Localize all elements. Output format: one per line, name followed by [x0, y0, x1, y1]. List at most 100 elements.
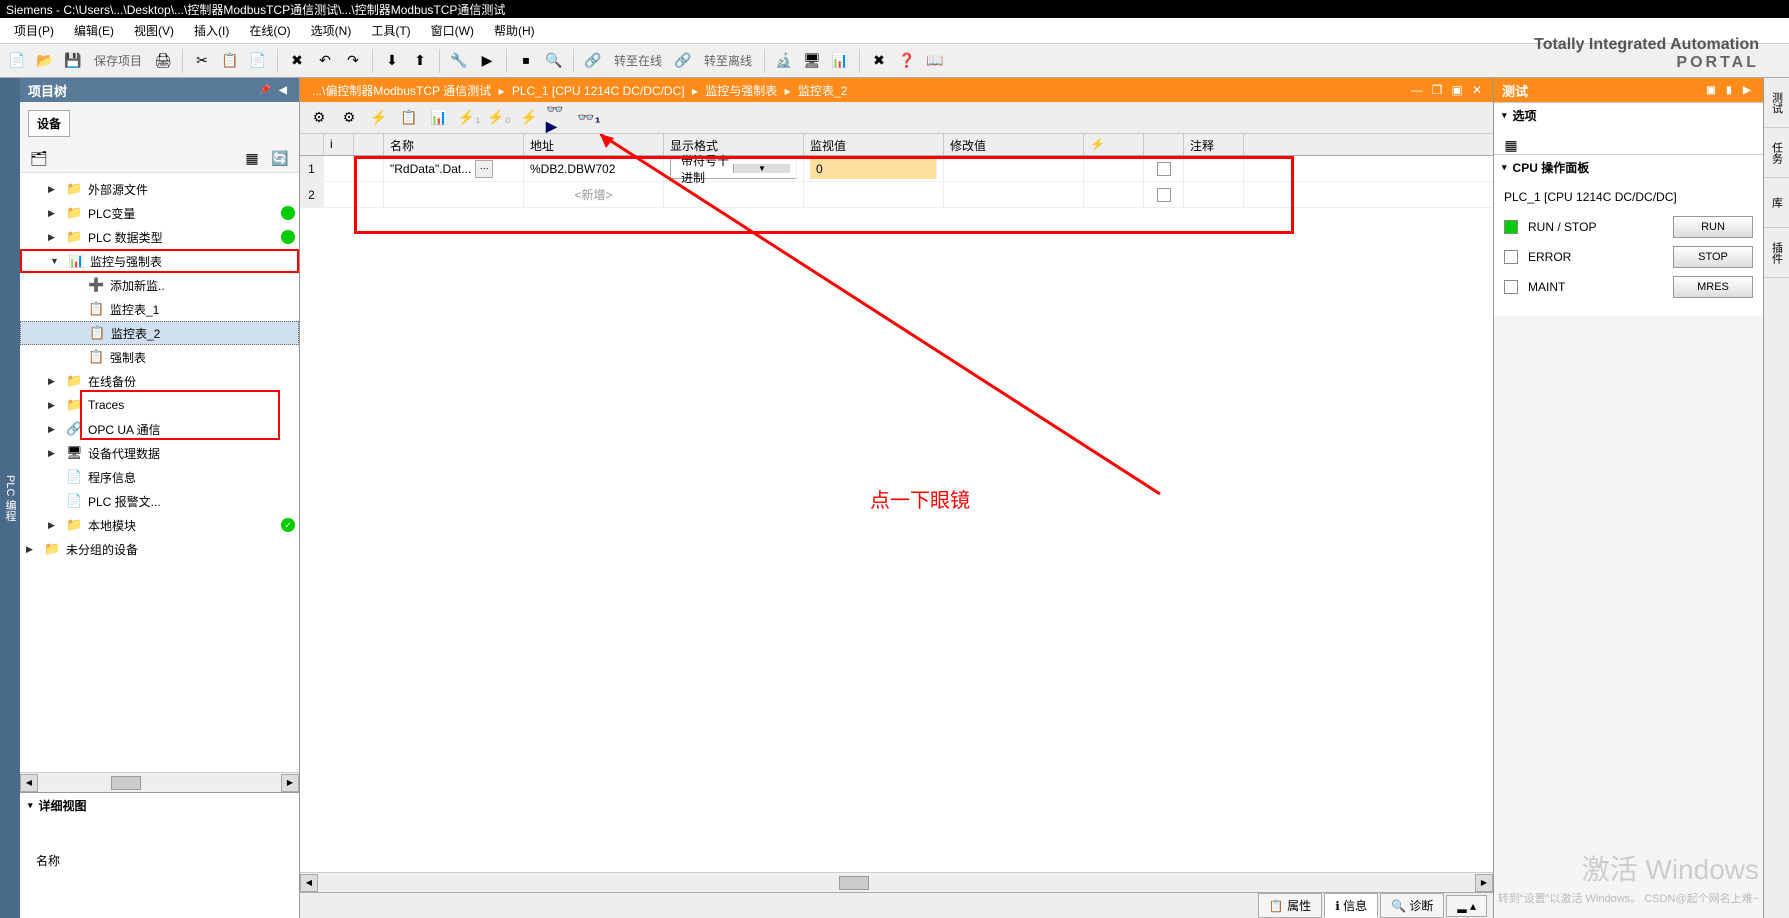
menu-view[interactable]: 视图(V) — [124, 19, 184, 42]
detail-view-header[interactable]: 详细视图 — [20, 793, 299, 818]
tree-item-14[interactable]: ▶📁本地模块✓ — [20, 513, 299, 537]
watch-row[interactable]: 1"RdData".Dat...⋯%DB2.DBW702带符号十进制▼0 — [300, 156, 1493, 182]
col-name[interactable]: 名称 — [384, 134, 524, 155]
restore-icon[interactable]: ❐ — [1429, 82, 1445, 98]
menu-tools[interactable]: 工具(T) — [361, 19, 420, 42]
save-icon[interactable]: 💾 — [60, 48, 86, 74]
cut-icon[interactable]: ✂ — [189, 48, 215, 74]
rp-pin-icon[interactable]: ▣ — [1703, 82, 1719, 98]
tree-item-12[interactable]: 📄程序信息 — [20, 465, 299, 489]
tree-item-1[interactable]: ▶📁PLC变量 — [20, 201, 299, 225]
menu-window[interactable]: 窗口(W) — [421, 19, 484, 42]
wt-tool4-icon[interactable]: 📋 — [396, 105, 422, 131]
tab-diagnostics[interactable]: 🔍 诊断 — [1380, 893, 1444, 918]
paste-icon[interactable]: 📄 — [245, 48, 271, 74]
tree-item-3[interactable]: ▼📊监控与强制表 — [20, 249, 299, 273]
menu-project[interactable]: 项目(P) — [4, 19, 64, 42]
simulate-icon[interactable]: ▶ — [474, 48, 500, 74]
tree-tool3-icon[interactable]: 🔄 — [267, 146, 293, 172]
diag-icon[interactable]: 🔬 — [771, 48, 797, 74]
sidebar-tab-plc[interactable]: PLC 编程 — [0, 78, 20, 918]
wt-flash3-icon[interactable]: ⚡ — [516, 105, 542, 131]
crumb-0[interactable]: ...\偏控制器ModbusTCP 通信测试 — [308, 84, 495, 98]
rp-col-icon[interactable]: ▮ — [1721, 82, 1737, 98]
cpu-btn-stop[interactable]: STOP — [1673, 246, 1753, 268]
rtab-plugins[interactable]: 插件 — [1764, 228, 1789, 278]
maximize-icon[interactable]: ▣ — [1449, 82, 1465, 98]
tree-tool1-icon[interactable]: 🗂 — [26, 146, 52, 172]
cross-icon[interactable]: ✖ — [866, 48, 892, 74]
tree-item-10[interactable]: ▶🔗OPC UA 通信 — [20, 417, 299, 441]
tree-item-9[interactable]: ▶📁Traces — [20, 393, 299, 417]
tree-collapse-icon[interactable]: ◀ — [275, 82, 291, 98]
rtab-library[interactable]: 库 — [1764, 178, 1789, 228]
wt-tool5-icon[interactable]: 📊 — [426, 105, 452, 131]
minimize-icon[interactable]: — — [1409, 82, 1425, 98]
link-icon[interactable]: 🔗 — [580, 48, 606, 74]
wt-flash1-icon[interactable]: ⚡₁ — [456, 105, 482, 131]
wt-tool3-icon[interactable]: ⚡ — [366, 105, 392, 131]
search-icon[interactable]: 🔍 — [541, 48, 567, 74]
menu-options[interactable]: 选项(N) — [301, 19, 362, 42]
unlink-icon[interactable]: 🔗 — [670, 48, 696, 74]
tree-item-15[interactable]: ▶📁未分组的设备 — [20, 537, 299, 561]
menu-online[interactable]: 在线(O) — [239, 19, 300, 42]
copy-icon[interactable]: 📋 — [217, 48, 243, 74]
tree-item-7[interactable]: 📋强制表 — [20, 345, 299, 369]
col-addr[interactable]: 地址 — [524, 134, 664, 155]
delete-icon[interactable]: ✖ — [284, 48, 310, 74]
rtab-test[interactable]: 测试 — [1764, 78, 1789, 128]
rtab-tasks[interactable]: 任务 — [1764, 128, 1789, 178]
upload-icon[interactable]: ⬆ — [407, 48, 433, 74]
new-project-icon[interactable]: 📄 — [4, 48, 30, 74]
ref-icon[interactable]: 📖 — [922, 48, 948, 74]
crumb-3[interactable]: 监控表_2 — [794, 84, 851, 98]
stop-icon[interactable]: ⏹ — [513, 48, 539, 74]
tab-properties[interactable]: 📋 属性 — [1258, 893, 1322, 918]
help-icon[interactable]: ❓ — [894, 48, 920, 74]
menu-insert[interactable]: 插入(I) — [184, 19, 239, 42]
wt-flash2-icon[interactable]: ⚡₀ — [486, 105, 512, 131]
crumb-1[interactable]: PLC_1 [CPU 1214C DC/DC/DC] — [508, 84, 689, 98]
devices-tab[interactable]: 设备 — [28, 110, 70, 137]
print-icon[interactable]: 🖨 — [150, 48, 176, 74]
tree-item-5[interactable]: 📋监控表_1 — [20, 297, 299, 321]
tree-item-11[interactable]: ▶🖥设备代理数据 — [20, 441, 299, 465]
monitor-once-icon[interactable]: 👓₁ — [576, 105, 602, 131]
menu-edit[interactable]: 编辑(E) — [64, 19, 124, 42]
tab-info[interactable]: ℹ 信息 — [1324, 893, 1378, 918]
tree-item-8[interactable]: ▶📁在线备份 — [20, 369, 299, 393]
rp-arrow-icon[interactable]: ▶ — [1739, 82, 1755, 98]
cpu-btn-mres[interactable]: MRES — [1673, 276, 1753, 298]
cpu-btn-run[interactable]: RUN — [1673, 216, 1753, 238]
tree-hscroll[interactable]: ◀▶ — [20, 772, 299, 792]
redo-icon[interactable]: ↷ — [340, 48, 366, 74]
tree-item-4[interactable]: ➕添加新监.. — [20, 273, 299, 297]
col-monitor[interactable]: 监视值 — [804, 134, 944, 155]
tree-tool2-icon[interactable]: ▦ — [239, 146, 265, 172]
tree-item-2[interactable]: ▶📁PLC 数据类型 — [20, 225, 299, 249]
options-header[interactable]: 选项 — [1494, 103, 1763, 128]
crumb-2[interactable]: 监控与强制表 — [701, 84, 781, 98]
watch-table[interactable]: i 名称 地址 显示格式 监视值 修改值 ⚡ 注释 1"RdData".Dat.… — [300, 134, 1493, 872]
col-modify[interactable]: 修改值 — [944, 134, 1084, 155]
watch-row[interactable]: 2<新增> — [300, 182, 1493, 208]
menu-help[interactable]: 帮助(H) — [484, 19, 545, 42]
tree-item-0[interactable]: ▶📁外部源文件 — [20, 177, 299, 201]
device-icon[interactable]: 🖥 — [799, 48, 825, 74]
tree-item-6[interactable]: 📋监控表_2 — [20, 321, 299, 345]
tab-expand[interactable]: ▂ ▴ — [1446, 895, 1487, 917]
wt-tool2-icon[interactable]: ⚙ — [336, 105, 362, 131]
wt-tool1-icon[interactable]: ⚙ — [306, 105, 332, 131]
undo-icon[interactable]: ↶ — [312, 48, 338, 74]
open-project-icon[interactable]: 📂 — [32, 48, 58, 74]
tree-pin-icon[interactable]: 📌 — [257, 82, 273, 98]
compile-icon[interactable]: 🔧 — [446, 48, 472, 74]
monitor-all-icon[interactable]: 👓▶ — [546, 105, 572, 131]
chart-icon[interactable]: 📊 — [827, 48, 853, 74]
project-tree[interactable]: ▶📁外部源文件▶📁PLC变量▶📁PLC 数据类型▼📊监控与强制表➕添加新监..📋… — [20, 173, 299, 772]
close-icon[interactable]: ✕ — [1469, 82, 1485, 98]
watch-hscroll[interactable]: ◀▶ — [300, 872, 1493, 892]
tree-item-13[interactable]: 📄PLC 报警文... — [20, 489, 299, 513]
download-icon[interactable]: ⬇ — [379, 48, 405, 74]
